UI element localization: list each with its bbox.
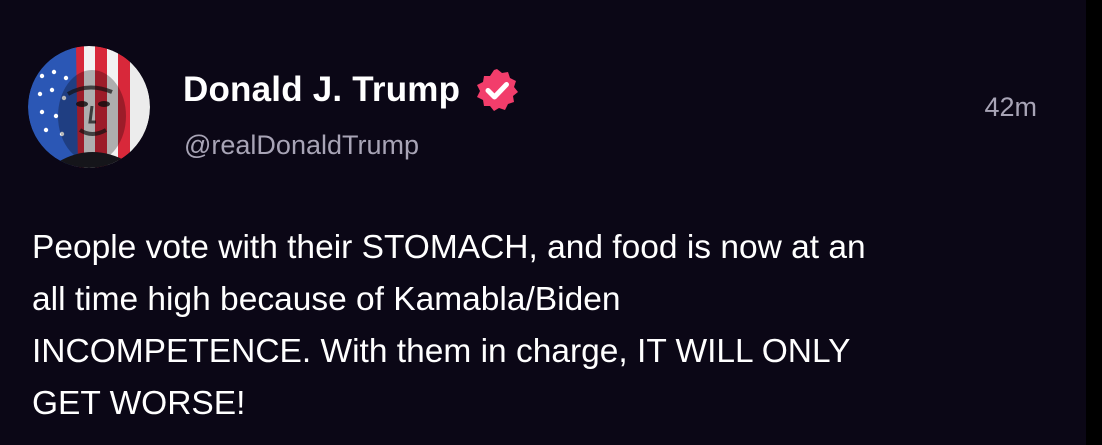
post-body-line: all time high because of Kamabla/Biden [32,281,621,318]
post-body-line: INCOMPETENCE. With them in charge, IT WI… [32,333,851,370]
post-body: People vote with their STOMACH, and food… [32,222,1062,430]
author-name-row: Donald J. Trump [183,66,520,114]
author-display-name[interactable]: Donald J. Trump [183,70,460,110]
author-handle[interactable]: @realDonaldTrump [184,130,419,161]
post-timestamp[interactable]: 42m [984,92,1037,123]
avatar-image [28,46,150,168]
verified-badge-icon [474,67,520,113]
post-card[interactable]: Donald J. Trump @realDonaldTrump 42m Peo… [0,0,1086,445]
post-body-line: People vote with their STOMACH, and food… [32,229,866,266]
post-body-line: GET WORSE! [32,385,246,422]
author-avatar[interactable] [28,46,150,168]
